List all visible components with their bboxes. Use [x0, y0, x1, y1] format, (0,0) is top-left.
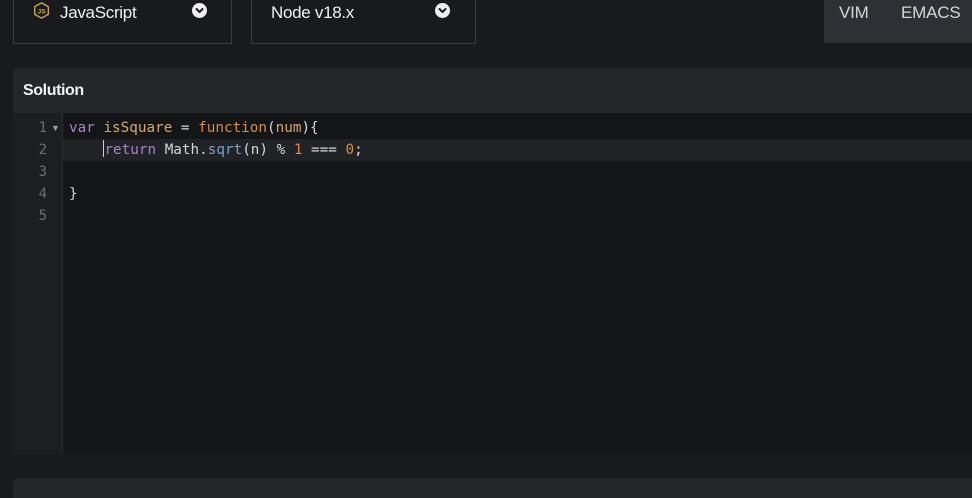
svg-text:JS: JS	[37, 8, 46, 15]
code-token: var	[69, 120, 95, 136]
chevron-down-icon	[435, 3, 450, 18]
code-token: ;	[354, 142, 363, 158]
code-token: (	[267, 120, 276, 136]
solution-panel-header: Solution	[13, 68, 972, 113]
panel-title: Solution	[23, 82, 84, 99]
chevron-down-icon	[192, 3, 207, 18]
code-token: Math.	[156, 142, 208, 158]
code-line: var isSquare = function(num){	[69, 117, 319, 139]
vim-mode-button[interactable]: VIM	[839, 3, 869, 23]
language-select[interactable]: JS JavaScript	[13, 0, 232, 44]
version-select[interactable]: Node v18.x	[251, 0, 476, 44]
code-token: 0	[345, 142, 355, 158]
line-number: 3	[38, 164, 47, 180]
line-number: 2	[38, 142, 47, 158]
code-token: }	[69, 186, 78, 202]
language-select-label: JavaScript	[60, 3, 137, 22]
code-token: num	[275, 120, 302, 136]
bottom-panel	[13, 478, 972, 498]
nodejs-icon: JS	[34, 2, 49, 19]
editor-gutter: 1 ▼ 2 3 4 5	[13, 113, 63, 454]
solution-panel: Solution 1 ▼ 2 3 4 5 var isSquare = func…	[13, 68, 972, 454]
line-number: 5	[38, 208, 47, 224]
code-editor[interactable]: var isSquare = function(num){ return Mat…	[63, 113, 972, 454]
line-number: 1	[38, 120, 47, 136]
code-token: return	[104, 142, 157, 158]
fold-arrow-icon[interactable]: ▼	[51, 117, 60, 139]
keybinding-mode-bar: VIM EMACS	[824, 0, 972, 43]
code-token: isSquare	[103, 120, 173, 136]
code-token: ===	[302, 142, 346, 158]
line-number: 4	[38, 186, 47, 202]
code-line: return Math.sqrt(n) % 1 === 0;	[69, 139, 363, 161]
code-token: sqrt	[207, 142, 243, 158]
emacs-mode-button[interactable]: EMACS	[901, 3, 961, 23]
code-line: }	[69, 183, 78, 205]
version-select-label: Node v18.x	[271, 3, 354, 22]
code-token: (n) %	[242, 142, 294, 158]
code-token: =	[172, 120, 199, 136]
code-token: function	[198, 120, 268, 136]
code-token: ){	[301, 120, 319, 136]
